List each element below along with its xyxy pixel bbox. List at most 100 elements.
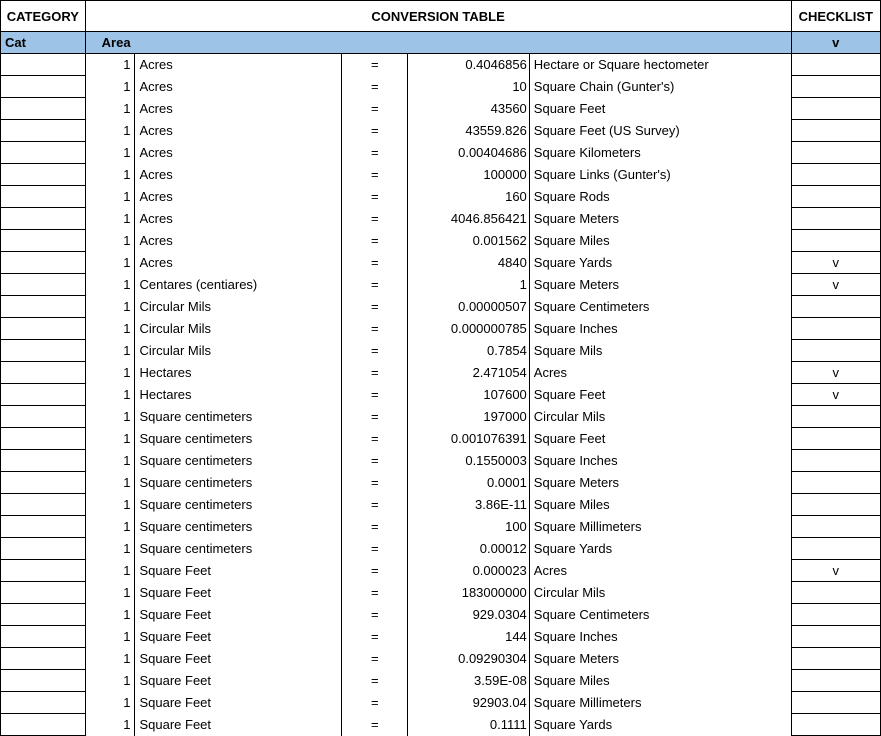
cell-checklist[interactable]: v [791,252,880,274]
cell-cat[interactable] [1,582,86,604]
cell-to-unit: Square Millimeters [529,692,791,714]
cell-from-unit: Hectares [135,362,342,384]
cell-checklist[interactable] [791,670,880,692]
cell-checklist[interactable] [791,406,880,428]
cell-to-unit: Circular Mils [529,406,791,428]
cell-cat[interactable] [1,384,86,406]
cell-equals: = [342,494,408,516]
cell-cat[interactable] [1,450,86,472]
cell-checklist[interactable] [791,648,880,670]
cell-cat[interactable] [1,296,86,318]
cell-cat[interactable] [1,560,86,582]
cell-cat[interactable] [1,230,86,252]
cell-checklist[interactable] [791,142,880,164]
cell-value: 4840 [408,252,529,274]
cell-checklist[interactable] [791,98,880,120]
cell-to-unit: Square Kilometers [529,142,791,164]
cell-checklist[interactable] [791,120,880,142]
table-row: 1Square centimeters=3.86E-11Square Miles [1,494,881,516]
cell-checklist[interactable] [791,76,880,98]
cell-checklist[interactable] [791,604,880,626]
cell-checklist[interactable] [791,340,880,362]
cell-cat[interactable] [1,186,86,208]
cell-cat[interactable] [1,648,86,670]
table-row: 1Square centimeters=100Square Millimeter… [1,516,881,538]
cell-cat[interactable] [1,76,86,98]
cell-checklist[interactable] [791,296,880,318]
cell-checklist[interactable] [791,714,880,736]
cell-checklist[interactable] [791,582,880,604]
table-row: 1Hectares=2.471054Acresv [1,362,881,384]
cell-cat[interactable] [1,340,86,362]
cell-cat[interactable] [1,142,86,164]
table-row: 1Hectares=107600Square Feetv [1,384,881,406]
table-row: 1Square Feet=183000000Circular Mils [1,582,881,604]
cell-checklist[interactable]: v [791,274,880,296]
cell-qty: 1 [85,340,135,362]
cell-cat[interactable] [1,516,86,538]
cell-checklist[interactable] [791,692,880,714]
cell-checklist[interactable] [791,318,880,340]
cell-checklist[interactable] [791,472,880,494]
cell-equals: = [342,318,408,340]
cell-cat[interactable] [1,714,86,736]
cell-cat[interactable] [1,604,86,626]
cell-cat[interactable] [1,670,86,692]
cell-checklist[interactable] [791,494,880,516]
cell-checklist[interactable] [791,164,880,186]
cell-to-unit: Square Links (Gunter's) [529,164,791,186]
cell-cat[interactable] [1,538,86,560]
cell-equals: = [342,98,408,120]
cell-value: 144 [408,626,529,648]
cell-to-unit: Square Millimeters [529,516,791,538]
cell-checklist[interactable] [791,186,880,208]
cell-checklist[interactable]: v [791,362,880,384]
cell-cat[interactable] [1,472,86,494]
cell-to-unit: Square Meters [529,648,791,670]
cell-checklist[interactable] [791,626,880,648]
cell-checklist[interactable]: v [791,560,880,582]
cell-cat[interactable] [1,406,86,428]
cell-checklist[interactable] [791,230,880,252]
cell-cat[interactable] [1,164,86,186]
table-row: 1Square centimeters=0.001076391Square Fe… [1,428,881,450]
cell-value: 0.00012 [408,538,529,560]
cell-cat[interactable] [1,494,86,516]
cell-cat[interactable] [1,120,86,142]
cell-qty: 1 [85,428,135,450]
cell-cat[interactable] [1,362,86,384]
cell-from-unit: Acres [135,164,342,186]
cell-cat[interactable] [1,318,86,340]
cell-equals: = [342,406,408,428]
cell-equals: = [342,362,408,384]
cell-cat[interactable] [1,54,86,76]
cell-qty: 1 [85,626,135,648]
table-row: 1Acres=4840Square Yardsv [1,252,881,274]
cell-value: 4046.856421 [408,208,529,230]
cell-checklist[interactable] [791,428,880,450]
cell-qty: 1 [85,648,135,670]
cell-value: 0.09290304 [408,648,529,670]
cell-cat[interactable] [1,692,86,714]
cell-value: 1 [408,274,529,296]
table-row: 1Acres=0.001562Square Miles [1,230,881,252]
cell-to-unit: Square Miles [529,670,791,692]
cell-cat[interactable] [1,274,86,296]
cell-checklist[interactable] [791,208,880,230]
cell-qty: 1 [85,230,135,252]
cell-cat[interactable] [1,208,86,230]
cell-equals: = [342,538,408,560]
header-cat: Cat [1,32,86,54]
cell-checklist[interactable] [791,538,880,560]
cell-cat[interactable] [1,428,86,450]
cell-cat[interactable] [1,252,86,274]
cell-cat[interactable] [1,626,86,648]
cell-checklist[interactable] [791,516,880,538]
cell-equals: = [342,626,408,648]
table-row: 1Circular Mils=0.00000507Square Centimet… [1,296,881,318]
cell-checklist[interactable] [791,450,880,472]
cell-checklist[interactable]: v [791,384,880,406]
cell-from-unit: Circular Mils [135,318,342,340]
cell-cat[interactable] [1,98,86,120]
cell-checklist[interactable] [791,54,880,76]
